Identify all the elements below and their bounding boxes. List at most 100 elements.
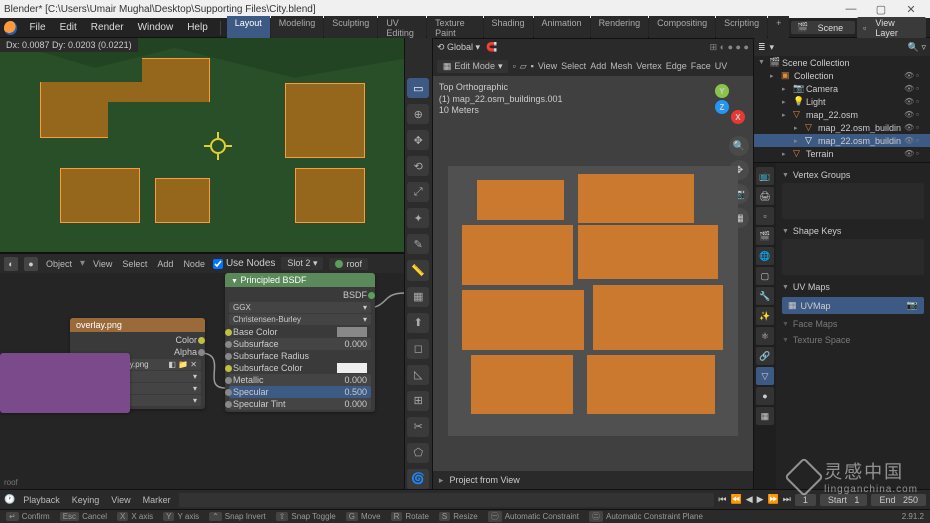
prop-tab-modifier[interactable]: 🔧 bbox=[756, 287, 774, 305]
uv-image-editor[interactable]: Dx: 0.0087 Dy: 0.0203 (0.0221) bbox=[0, 38, 404, 253]
tab-uv-editing[interactable]: UV Editing bbox=[378, 16, 426, 40]
tool-extrude[interactable]: ⬆ bbox=[407, 313, 429, 333]
outliner-row[interactable]: ▸▽map_22.osm_buildin👁▫ bbox=[754, 134, 930, 147]
uvmap-item[interactable]: ▦ UVMap📷 bbox=[782, 297, 924, 314]
project-from-view-button[interactable]: Project from View bbox=[449, 475, 519, 485]
tool-move[interactable]: ✥ bbox=[407, 130, 429, 150]
distribution-field[interactable]: GGX▾ bbox=[229, 302, 371, 313]
prop-tab-world[interactable]: 🌐 bbox=[756, 247, 774, 265]
v3d-menu-uv[interactable]: UV bbox=[715, 61, 728, 71]
close-button[interactable]: ✕ bbox=[896, 3, 926, 16]
tab-shading[interactable]: Shading bbox=[484, 16, 533, 40]
keyframe-prev-icon[interactable]: ⏪ bbox=[730, 494, 741, 505]
node-editor[interactable]: overlay.png Color Alpha 🖼 overlay.png ◧ … bbox=[0, 273, 404, 489]
section-shape-keys[interactable]: Shape Keys bbox=[782, 223, 924, 239]
select-mode-edge-icon[interactable]: ▱ bbox=[520, 61, 527, 72]
tab-layout[interactable]: Layout bbox=[227, 16, 270, 40]
timeline-track[interactable] bbox=[179, 493, 715, 507]
section-vertex-groups[interactable]: Vertex Groups bbox=[782, 167, 924, 183]
outliner-row[interactable]: ▸💡Light👁▫ bbox=[754, 95, 930, 108]
v3d-menu-add[interactable]: Add bbox=[590, 61, 606, 71]
outliner-row[interactable]: ▼🎬Scene Collection bbox=[754, 56, 930, 69]
section-texture-space[interactable]: Texture Space bbox=[782, 332, 924, 348]
prop-tab-view[interactable]: ▫ bbox=[756, 207, 774, 225]
outliner-row[interactable]: ▸📷Camera👁▫ bbox=[754, 82, 930, 95]
sss-method-field[interactable]: Christensen-Burley▾ bbox=[229, 314, 371, 325]
menu-select[interactable]: Select bbox=[120, 259, 149, 269]
v3d-menu-select[interactable]: Select bbox=[561, 61, 586, 71]
prop-tab-physics[interactable]: ⚛ bbox=[756, 327, 774, 345]
tab-rendering[interactable]: Rendering bbox=[591, 16, 649, 40]
v3d-menu-face[interactable]: Face bbox=[691, 61, 711, 71]
jump-start-icon[interactable]: ⏮ bbox=[718, 494, 726, 505]
mode-label[interactable]: Object bbox=[44, 259, 74, 269]
tool-rotate[interactable]: ⟲ bbox=[407, 156, 429, 176]
prop-tab-output[interactable]: 🖨 bbox=[756, 187, 774, 205]
tab-compositing[interactable]: Compositing bbox=[649, 16, 715, 40]
snap-icon[interactable]: 🧲 bbox=[486, 42, 497, 53]
prop-tab-scene[interactable]: 🎬 bbox=[756, 227, 774, 245]
node-partial-left[interactable] bbox=[0, 353, 130, 413]
section-face-maps[interactable]: Face Maps bbox=[782, 316, 924, 332]
v3d-menu-vertex[interactable]: Vertex bbox=[636, 61, 662, 71]
tab-add[interactable]: + bbox=[768, 16, 789, 40]
prop-tab-object[interactable]: ▢ bbox=[756, 267, 774, 285]
node-header[interactable]: overlay.png bbox=[70, 318, 205, 332]
node-principled-bsdf[interactable]: ▼ Principled BSDF BSDF GGX▾ Christensen-… bbox=[225, 273, 375, 412]
prop-tab-data[interactable]: ▽ bbox=[756, 367, 774, 385]
slot-selector[interactable]: Slot 2 ▾ bbox=[281, 257, 323, 270]
menu-file[interactable]: File bbox=[23, 22, 51, 33]
prop-tab-material[interactable]: ● bbox=[756, 387, 774, 405]
editor-type-icon[interactable]: ◐ bbox=[4, 257, 18, 271]
timeline-type-icon[interactable]: 🕐 bbox=[4, 494, 15, 505]
tab-modeling[interactable]: Modeling bbox=[271, 16, 324, 40]
play-reverse-icon[interactable]: ◀ bbox=[746, 494, 753, 505]
viewlayer-selector[interactable]: ▫ View Layer bbox=[857, 17, 926, 39]
jump-end-icon[interactable]: ⏭ bbox=[783, 494, 791, 505]
menu-view[interactable]: View bbox=[91, 259, 114, 269]
tool-annotate[interactable]: ✎ bbox=[407, 234, 429, 254]
minimize-button[interactable]: — bbox=[836, 3, 866, 15]
v3d-menu-view[interactable]: View bbox=[538, 61, 557, 71]
tool-loopcut[interactable]: ⊞ bbox=[407, 391, 429, 411]
outliner-row[interactable]: ▸▽map_22.osm👁▫ bbox=[754, 108, 930, 121]
keyframe-next-icon[interactable]: ⏩ bbox=[768, 494, 779, 505]
tool-knife[interactable]: ✂ bbox=[407, 417, 429, 437]
tool-inset[interactable]: ◻ bbox=[407, 339, 429, 359]
tool-poly[interactable]: ⬠ bbox=[407, 443, 429, 463]
tab-sculpting[interactable]: Sculpting bbox=[324, 16, 377, 40]
current-frame[interactable]: 1 bbox=[795, 494, 816, 506]
orientation-selector[interactable]: ⟲ Global ▾ bbox=[437, 42, 480, 53]
timeline-view[interactable]: View bbox=[107, 494, 134, 506]
tool-select-box[interactable]: ▭ bbox=[407, 78, 429, 98]
menu-edit[interactable]: Edit bbox=[54, 22, 83, 33]
shader-type-icon[interactable]: ● bbox=[24, 257, 38, 271]
scene-selector[interactable]: 🎬 Scene bbox=[791, 21, 855, 34]
outliner-row[interactable]: ▸▽map_22.osm_buildin👁▫ bbox=[754, 121, 930, 134]
tool-bevel[interactable]: ◺ bbox=[407, 365, 429, 385]
section-uv-maps[interactable]: UV Maps bbox=[782, 279, 924, 295]
outliner-type-icon[interactable]: ≣ bbox=[758, 42, 766, 53]
tool-cursor[interactable]: ⊕ bbox=[407, 104, 429, 124]
start-frame[interactable]: Start 1 bbox=[820, 494, 868, 506]
timeline-marker[interactable]: Marker bbox=[139, 494, 175, 506]
outliner-row[interactable]: ▸▣Collection👁▫ bbox=[754, 69, 930, 82]
prop-tab-render[interactable]: 📺 bbox=[756, 167, 774, 185]
viewport-canvas[interactable]: Top Orthographic (1) map_22.osm_building… bbox=[433, 76, 753, 471]
tab-texture-paint[interactable]: Texture Paint bbox=[427, 16, 482, 40]
tool-measure[interactable]: 📏 bbox=[407, 260, 429, 280]
timeline-playback[interactable]: Playback bbox=[19, 494, 64, 506]
menu-window[interactable]: Window bbox=[132, 22, 180, 33]
prop-tab-particle[interactable]: ✨ bbox=[756, 307, 774, 325]
prop-tab-texture[interactable]: ▦ bbox=[756, 407, 774, 425]
menu-help[interactable]: Help bbox=[181, 22, 214, 33]
select-mode-face-icon[interactable]: ▪ bbox=[531, 61, 534, 71]
menu-add[interactable]: Add bbox=[155, 259, 175, 269]
prop-tab-constraint[interactable]: 🔗 bbox=[756, 347, 774, 365]
play-icon[interactable]: ▶ bbox=[757, 494, 764, 505]
v3d-menu-mesh[interactable]: Mesh bbox=[610, 61, 632, 71]
use-nodes-checkbox[interactable]: Use Nodes bbox=[213, 258, 275, 269]
tab-animation[interactable]: Animation bbox=[534, 16, 590, 40]
end-frame[interactable]: End 250 bbox=[871, 494, 926, 506]
tab-scripting[interactable]: Scripting bbox=[716, 16, 767, 40]
